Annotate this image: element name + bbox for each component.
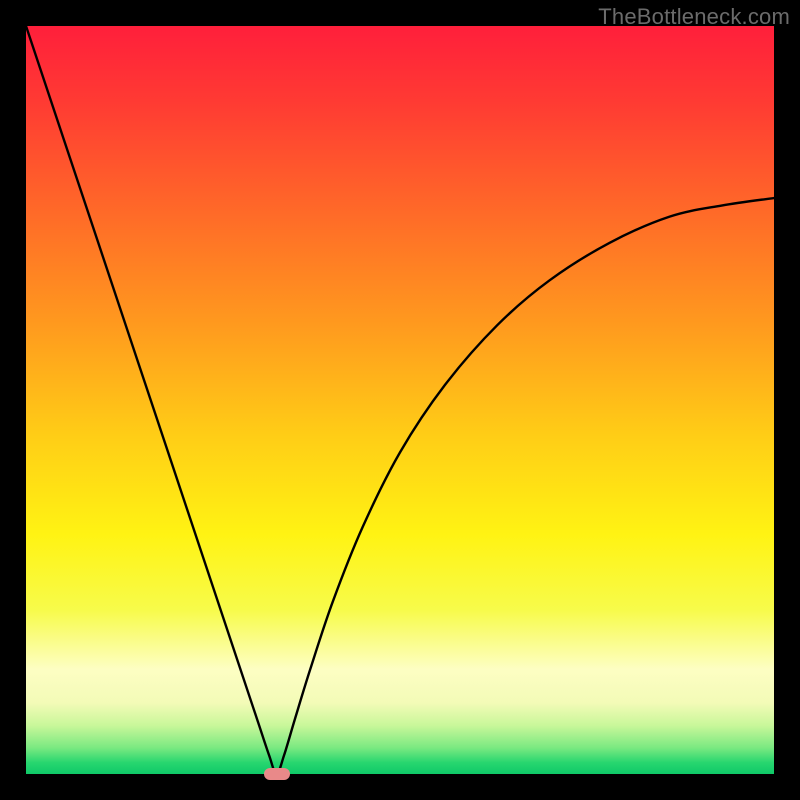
plot-svg <box>26 26 774 774</box>
optimal-point-marker <box>264 768 290 780</box>
gradient-background <box>26 26 774 774</box>
watermark-text: TheBottleneck.com <box>598 4 790 30</box>
plot-area <box>26 26 774 774</box>
chart-frame: TheBottleneck.com <box>0 0 800 800</box>
